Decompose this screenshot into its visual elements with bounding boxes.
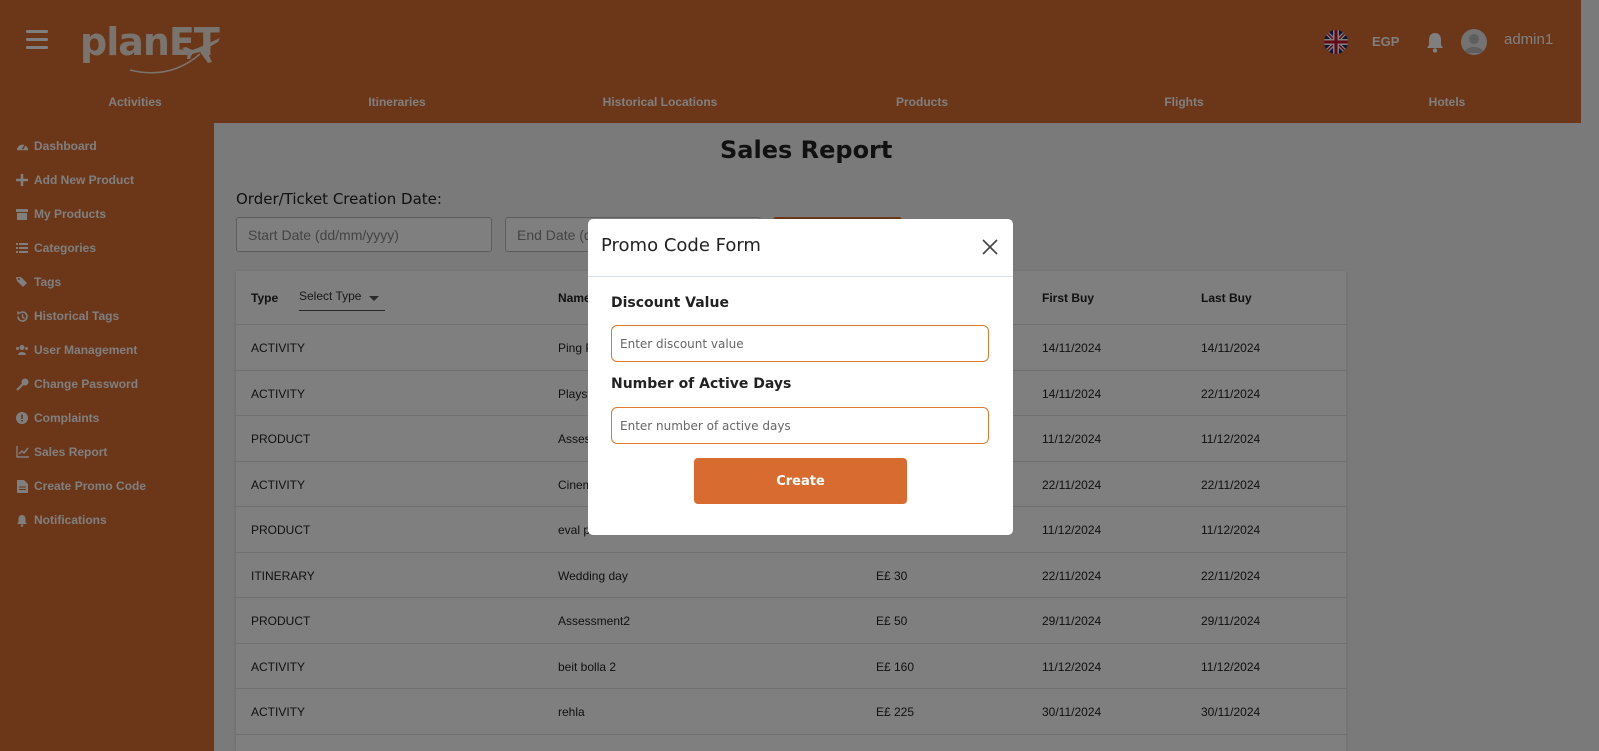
create-button[interactable]: Create xyxy=(694,458,907,504)
modal-title: Promo Code Form xyxy=(601,235,761,256)
close-icon[interactable] xyxy=(981,238,999,256)
active-days-label: Number of Active Days xyxy=(611,376,792,392)
active-days-input[interactable] xyxy=(611,407,989,444)
discount-value-label: Discount Value xyxy=(611,295,729,311)
promo-code-modal: Promo Code Form Discount Value Number of… xyxy=(588,219,1013,535)
discount-value-input[interactable] xyxy=(611,325,989,362)
modal-header: Promo Code Form xyxy=(588,219,1013,277)
